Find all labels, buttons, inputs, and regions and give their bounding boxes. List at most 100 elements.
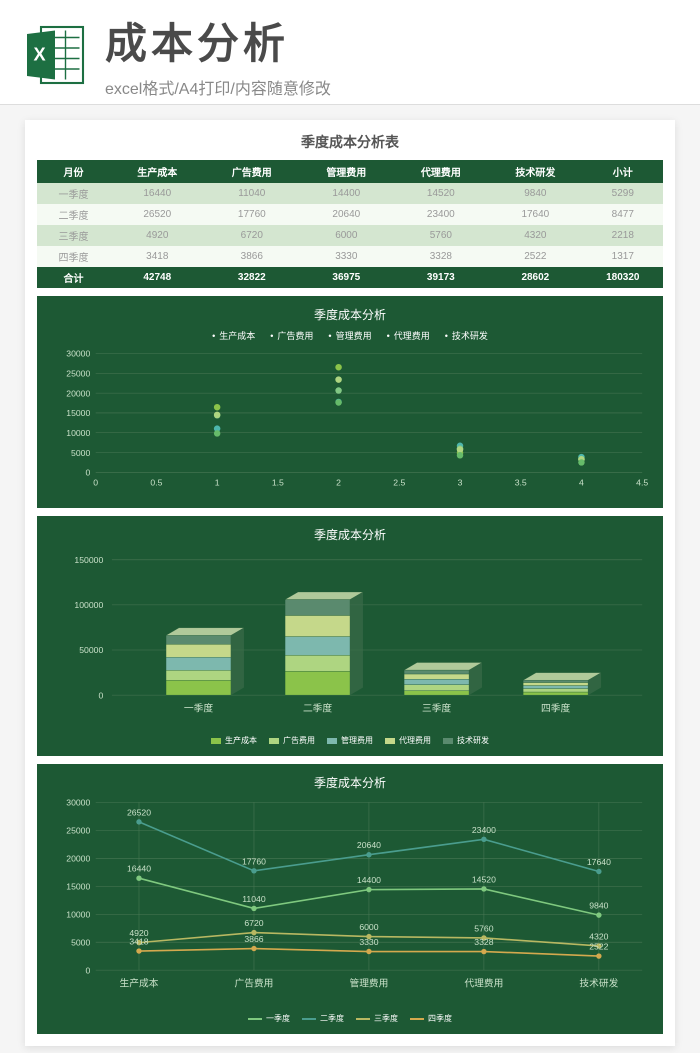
cell: 2522 — [488, 246, 583, 267]
banner-title: 成本分析 — [105, 10, 680, 71]
cell: 17640 — [488, 204, 583, 225]
bar3d-plot: 050000100000150000一季度二季度三季度四季度 — [47, 549, 653, 722]
col-header: 管理费用 — [299, 160, 394, 183]
svg-text:20640: 20640 — [357, 840, 381, 850]
svg-text:1: 1 — [215, 477, 220, 487]
cell: 3418 — [110, 246, 205, 267]
col-header: 技术研发 — [488, 160, 583, 183]
cell: 3330 — [299, 246, 394, 267]
svg-text:3.5: 3.5 — [515, 477, 527, 487]
svg-text:3328: 3328 — [474, 937, 493, 947]
chart-title: 季度成本分析 — [47, 526, 653, 543]
cell: 14400 — [299, 183, 394, 204]
cell: 4320 — [488, 225, 583, 246]
svg-text:9840: 9840 — [589, 901, 608, 911]
total-cell: 180320 — [583, 267, 663, 288]
svg-text:6000: 6000 — [359, 922, 378, 932]
svg-text:0: 0 — [85, 965, 90, 975]
chart-title: 季度成本分析 — [47, 774, 653, 791]
col-header: 月份 — [37, 160, 110, 183]
col-header: 代理费用 — [394, 160, 489, 183]
cost-table: 月份生产成本广告费用管理费用代理费用技术研发小计 一季度164401104014… — [37, 160, 663, 288]
svg-text:0: 0 — [98, 690, 103, 700]
svg-text:代理费用: 代理费用 — [464, 976, 503, 989]
total-cell: 合计 — [37, 267, 110, 288]
cell: 17760 — [205, 204, 300, 225]
total-cell: 42748 — [110, 267, 205, 288]
cell: 一季度 — [37, 183, 110, 204]
line-legend: 一季度二季度三季度四季度 — [47, 1013, 653, 1024]
cell: 8477 — [583, 204, 663, 225]
cell: 三季度 — [37, 225, 110, 246]
svg-text:17640: 17640 — [587, 857, 611, 867]
svg-text:X: X — [34, 44, 46, 64]
cell: 20640 — [299, 204, 394, 225]
svg-text:14400: 14400 — [357, 875, 381, 885]
svg-text:3418: 3418 — [129, 937, 148, 947]
col-header: 小计 — [583, 160, 663, 183]
svg-text:二季度: 二季度 — [303, 701, 332, 714]
sheet-title: 季度成本分析表 — [37, 132, 663, 152]
cell: 4920 — [110, 225, 205, 246]
cell: 3328 — [394, 246, 489, 267]
scatter-plot: 05000100001500020000250003000000.511.522… — [47, 348, 653, 489]
svg-text:3: 3 — [458, 477, 463, 487]
svg-text:5000: 5000 — [71, 937, 90, 947]
worksheet-page: 季度成本分析表 月份生产成本广告费用管理费用代理费用技术研发小计 一季度1644… — [25, 120, 675, 1046]
svg-text:10000: 10000 — [66, 909, 90, 919]
svg-text:四季度: 四季度 — [541, 701, 570, 714]
svg-text:技术研发: 技术研发 — [579, 976, 618, 989]
svg-text:25000: 25000 — [66, 368, 90, 378]
svg-text:0.5: 0.5 — [150, 477, 162, 487]
cell: 23400 — [394, 204, 489, 225]
cell: 3866 — [205, 246, 300, 267]
svg-text:3866: 3866 — [244, 934, 263, 944]
total-cell: 39173 — [394, 267, 489, 288]
cell: 5299 — [583, 183, 663, 204]
chart-title: 季度成本分析 — [47, 306, 653, 323]
svg-text:管理费用: 管理费用 — [349, 976, 388, 989]
svg-text:广告费用: 广告费用 — [235, 976, 274, 989]
svg-text:50000: 50000 — [79, 645, 103, 655]
svg-text:5760: 5760 — [474, 923, 493, 933]
cell: 9840 — [488, 183, 583, 204]
svg-text:5000: 5000 — [71, 448, 90, 458]
svg-text:10000: 10000 — [66, 428, 90, 438]
svg-text:17760: 17760 — [242, 856, 266, 866]
cell: 26520 — [110, 204, 205, 225]
svg-text:2.5: 2.5 — [393, 477, 405, 487]
svg-text:11040: 11040 — [242, 894, 266, 904]
bar3d-chart: 季度成本分析 050000100000150000一季度二季度三季度四季度 生产… — [37, 516, 663, 756]
svg-text:15000: 15000 — [66, 882, 90, 892]
cell: 二季度 — [37, 204, 110, 225]
col-header: 生产成本 — [110, 160, 205, 183]
svg-text:4320: 4320 — [589, 931, 608, 941]
svg-text:100000: 100000 — [74, 600, 103, 610]
cell: 14520 — [394, 183, 489, 204]
svg-text:4.5: 4.5 — [636, 477, 648, 487]
cell: 四季度 — [37, 246, 110, 267]
svg-text:20000: 20000 — [66, 854, 90, 864]
line-chart: 季度成本分析 0 5000 10000 15000 20000 25000 30000 生产成… — [37, 764, 663, 1034]
svg-text:三季度: 三季度 — [422, 701, 451, 714]
excel-icon: X — [20, 20, 90, 90]
cell: 6720 — [205, 225, 300, 246]
svg-text:26520: 26520 — [127, 807, 151, 817]
svg-text:2: 2 — [336, 477, 341, 487]
cell: 1317 — [583, 246, 663, 267]
scatter-legend: 生产成本广告费用管理费用代理费用技术研发 — [47, 329, 653, 342]
svg-text:3330: 3330 — [359, 937, 378, 947]
svg-text:14520: 14520 — [472, 874, 496, 884]
cell: 11040 — [205, 183, 300, 204]
col-header: 广告费用 — [205, 160, 300, 183]
svg-text:生产成本: 生产成本 — [120, 976, 159, 989]
bar3d-legend: 生产成本广告费用管理费用代理费用技术研发 — [47, 735, 653, 746]
svg-text:4: 4 — [579, 477, 584, 487]
svg-text:30000: 30000 — [66, 798, 90, 808]
line-plot: 0 5000 10000 15000 20000 25000 30000 生产成本 广告费用 管理… — [47, 797, 653, 1003]
svg-text:一季度: 一季度 — [184, 701, 213, 714]
cell: 2218 — [583, 225, 663, 246]
svg-text:25000: 25000 — [66, 826, 90, 836]
cell: 6000 — [299, 225, 394, 246]
svg-text:20000: 20000 — [66, 388, 90, 398]
